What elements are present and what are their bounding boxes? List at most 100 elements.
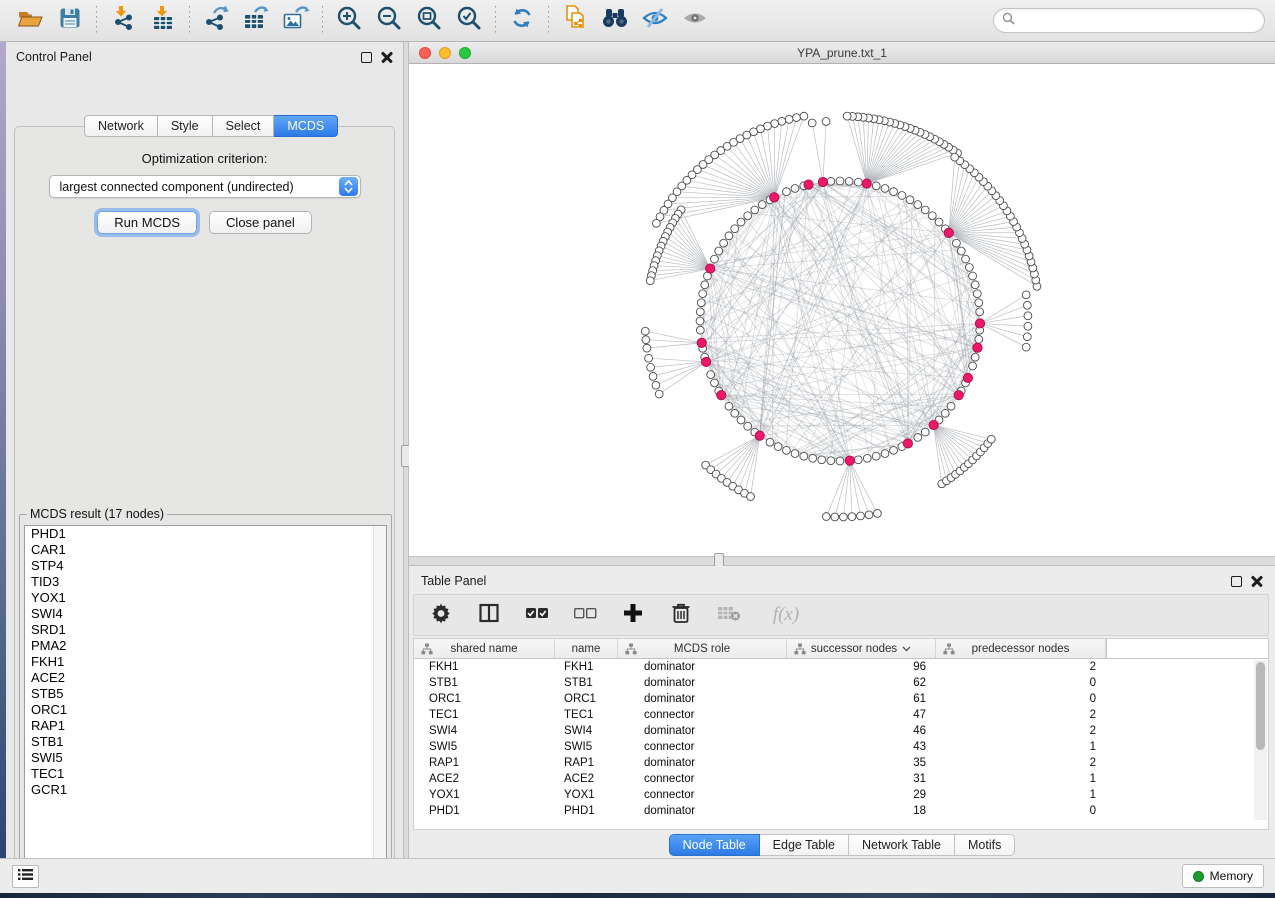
graph-node[interactable] (783, 446, 791, 454)
graph-node[interactable] (906, 196, 914, 204)
table-row[interactable]: SWI5SWI5connector431 (414, 739, 1268, 755)
graph-node[interactable] (965, 264, 973, 272)
graph-node[interactable] (701, 281, 709, 289)
graph-node[interactable] (652, 219, 660, 227)
float-panel-icon[interactable] (1231, 576, 1242, 587)
show-columns-button[interactable] (476, 602, 502, 628)
graph-node[interactable] (711, 255, 719, 263)
node-table[interactable]: shared namenameMCDS rolesuccessor nodesp… (413, 638, 1269, 830)
table-scrollbar[interactable] (1254, 660, 1267, 820)
graph-mcds-node[interactable] (862, 179, 871, 188)
delete-row-button[interactable] (668, 602, 694, 628)
task-history-button[interactable] (12, 865, 39, 888)
graph-node[interactable] (1022, 343, 1030, 351)
graph-mcds-node[interactable] (697, 338, 706, 347)
graph-node[interactable] (941, 409, 949, 417)
select-all-button[interactable] (524, 602, 550, 628)
graph-node[interactable] (873, 509, 881, 517)
network-window-titlebar[interactable]: YPA_prune.txt_1 (409, 42, 1275, 64)
graph-node[interactable] (1023, 333, 1031, 341)
graph-node[interactable] (848, 513, 856, 521)
graph-node[interactable] (863, 454, 871, 462)
graph-node[interactable] (696, 326, 704, 334)
graph-node[interactable] (845, 177, 853, 185)
graph-node[interactable] (914, 201, 922, 209)
graph-node[interactable] (711, 379, 719, 387)
graph-node[interactable] (1024, 312, 1032, 320)
graph-node[interactable] (652, 381, 660, 389)
graph-node[interactable] (890, 188, 898, 196)
mcds-result-item[interactable]: PHD1 (25, 526, 386, 542)
column-header-name[interactable]: name (555, 639, 618, 658)
graph-mcds-node[interactable] (954, 391, 963, 400)
graph-node[interactable] (969, 362, 977, 370)
graph-node[interactable] (951, 153, 959, 161)
network-view-canvas[interactable] (409, 64, 1275, 556)
graph-node[interactable] (953, 239, 961, 247)
graph-node[interactable] (766, 438, 774, 446)
unselect-all-button[interactable] (572, 602, 598, 628)
tab-motifs[interactable]: Motifs (955, 834, 1015, 856)
graph-node[interactable] (809, 454, 817, 462)
table-row[interactable]: STB1STB1dominator620 (414, 675, 1268, 691)
table-row[interactable]: RAP1RAP1dominator352 (414, 755, 1268, 771)
horizontal-splitter[interactable] (409, 556, 1275, 566)
graph-mcds-node[interactable] (706, 264, 715, 273)
graph-node[interactable] (840, 513, 848, 521)
graph-node[interactable] (783, 188, 791, 196)
graph-mcds-node[interactable] (845, 456, 854, 465)
tab-node-table[interactable]: Node Table (669, 834, 760, 856)
tab-select[interactable]: Select (213, 115, 275, 137)
graph-node[interactable] (774, 443, 782, 451)
mcds-result-item[interactable]: SWI4 (25, 606, 386, 622)
tab-edge-table[interactable]: Edge Table (760, 834, 849, 856)
graph-node[interactable] (771, 120, 779, 128)
graph-node[interactable] (744, 422, 752, 430)
graph-node[interactable] (973, 290, 981, 298)
graph-mcds-node[interactable] (770, 193, 779, 202)
graph-node[interactable] (715, 247, 723, 255)
graph-node[interactable] (962, 255, 970, 263)
graph-node[interactable] (836, 457, 844, 465)
graph-mcds-node[interactable] (804, 180, 813, 189)
memory-button[interactable]: Memory (1182, 864, 1264, 888)
graph-node[interactable] (1022, 291, 1030, 299)
tab-network-table[interactable]: Network Table (849, 834, 955, 856)
table-row[interactable]: ORC1ORC1dominator610 (414, 691, 1268, 707)
graph-node[interactable] (758, 201, 766, 209)
network-graph[interactable] (409, 64, 1275, 556)
mcds-result-item[interactable]: ACE2 (25, 670, 386, 686)
mcds-result-item[interactable]: STP4 (25, 558, 386, 574)
table-row[interactable]: TEC1TEC1connector472 (414, 707, 1268, 723)
graph-node[interactable] (642, 336, 650, 344)
graph-node[interactable] (822, 118, 830, 126)
graph-node[interactable] (747, 493, 755, 501)
table-row[interactable]: YOX1YOX1connector291 (414, 787, 1268, 803)
graph-node[interactable] (646, 277, 654, 285)
graph-node[interactable] (987, 435, 995, 443)
table-row[interactable]: PHD1PHD1dominator180 (414, 803, 1268, 819)
graph-node[interactable] (865, 511, 873, 519)
graph-node[interactable] (872, 452, 880, 460)
save-session-button[interactable] (50, 4, 90, 38)
graph-mcds-node[interactable] (963, 373, 972, 382)
list-scrollbar[interactable] (373, 526, 386, 876)
graph-node[interactable] (957, 247, 965, 255)
mcds-result-item[interactable]: STB5 (25, 686, 386, 702)
graph-node[interactable] (881, 450, 889, 458)
add-row-button[interactable] (620, 602, 646, 628)
float-panel-icon[interactable] (361, 52, 372, 63)
graph-node[interactable] (971, 281, 979, 289)
zoom-fit-button[interactable] (409, 4, 449, 38)
graph-node[interactable] (827, 457, 835, 465)
mcds-result-item[interactable]: STB1 (25, 734, 386, 750)
scrollbar-thumb[interactable] (1256, 662, 1265, 750)
import-table-button[interactable] (143, 4, 183, 38)
open-file-button[interactable] (10, 4, 50, 38)
graph-mcds-node[interactable] (973, 343, 982, 352)
graph-node[interactable] (928, 212, 936, 220)
export-image-button[interactable] (276, 4, 316, 38)
graph-mcds-node[interactable] (755, 431, 764, 440)
mcds-result-item[interactable]: GCR1 (25, 782, 386, 798)
graph-mcds-node[interactable] (717, 391, 726, 400)
